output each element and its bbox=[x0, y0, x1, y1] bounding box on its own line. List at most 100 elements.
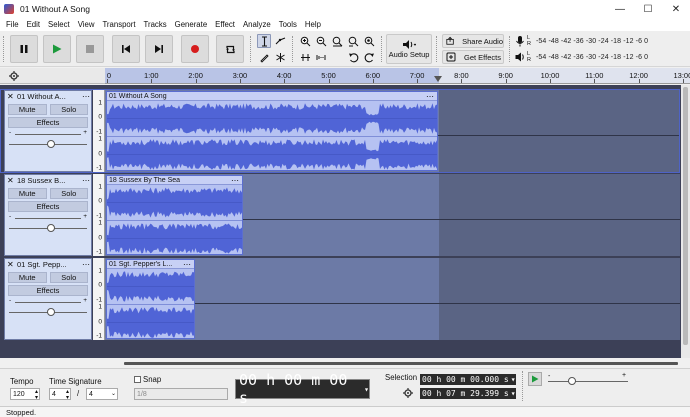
stop-button[interactable] bbox=[76, 35, 104, 63]
snap-value-select[interactable]: 1/8 bbox=[134, 388, 228, 400]
effects-button[interactable]: Effects bbox=[8, 285, 88, 296]
undo-button[interactable] bbox=[346, 50, 360, 64]
silence-audio-button[interactable] bbox=[314, 50, 328, 64]
pause-button[interactable] bbox=[10, 35, 38, 63]
track-menu-icon[interactable]: ⋯ bbox=[81, 176, 91, 185]
zoom-out-button[interactable] bbox=[314, 34, 328, 48]
close-track-icon[interactable]: ✕ bbox=[7, 260, 15, 269]
toolbar-grip[interactable] bbox=[3, 36, 6, 62]
zoom-in-button[interactable] bbox=[298, 34, 312, 48]
audio-clip[interactable]: 01 Without A Song ⋯ bbox=[106, 91, 438, 171]
gain-slider[interactable]: - + bbox=[9, 129, 87, 137]
minimize-button[interactable]: — bbox=[606, 0, 634, 18]
amplitude-scale[interactable]: 1 0 -1 1 0 -1 bbox=[93, 258, 105, 340]
toolbar-grip[interactable] bbox=[522, 371, 525, 401]
zoom-toggle-button[interactable] bbox=[362, 34, 376, 48]
time-signature-numerator[interactable]: 4 ▴ ▾ bbox=[49, 388, 71, 401]
effects-button[interactable]: Effects bbox=[8, 117, 88, 128]
gain-slider-track[interactable] bbox=[15, 302, 81, 303]
record-meter[interactable]: L R -54 -48 -42 -36 -30 -24 -18 -12 -6 0 bbox=[515, 34, 648, 48]
menu-tools[interactable]: Tools bbox=[275, 20, 301, 29]
track-control-panel[interactable]: ✕ 01 Sgt. Pepp... ⋯ Mute Solo Effects - + bbox=[4, 258, 92, 340]
selection-end-time[interactable]: 00 h 07 m 29.399 s ▾ bbox=[420, 388, 516, 399]
close-window-button[interactable]: ✕ bbox=[662, 0, 690, 18]
waveform-right-channel[interactable] bbox=[107, 221, 243, 255]
dropdown-arrow-icon[interactable]: ⌄ bbox=[111, 391, 116, 397]
snap-checkbox[interactable] bbox=[134, 376, 141, 383]
dropdown-arrow-icon[interactable]: ▾ bbox=[511, 389, 516, 398]
clip-menu-icon[interactable]: ⋯ bbox=[180, 260, 194, 269]
dropdown-arrow-icon[interactable]: ▾ bbox=[511, 375, 516, 384]
fit-selection-button[interactable] bbox=[330, 34, 344, 48]
menu-transport[interactable]: Transport bbox=[98, 20, 139, 29]
gain-slider-track[interactable] bbox=[15, 218, 81, 219]
close-track-icon[interactable]: ✕ bbox=[7, 92, 15, 101]
menu-effect[interactable]: Effect bbox=[211, 20, 239, 29]
selection-settings-gear-icon[interactable] bbox=[403, 388, 413, 398]
selection-tool-button[interactable] bbox=[257, 34, 271, 48]
audio-setup-button[interactable]: Audio Setup bbox=[386, 34, 432, 64]
pan-slider-knob[interactable] bbox=[47, 224, 55, 232]
gain-slider-track[interactable] bbox=[15, 134, 81, 135]
record-button[interactable] bbox=[181, 35, 209, 63]
play-speed-slider[interactable] bbox=[548, 381, 628, 382]
gain-slider[interactable]: - + bbox=[9, 213, 87, 221]
track-control-panel[interactable]: ✕ 18 Sussex B... ⋯ Mute Solo Effects - + bbox=[4, 174, 92, 256]
redo-button[interactable] bbox=[362, 50, 376, 64]
clip-header[interactable]: 18 Sussex By The Sea ⋯ bbox=[107, 176, 242, 185]
pan-slider-knob[interactable] bbox=[47, 308, 55, 316]
horizontal-scroll-thumb[interactable] bbox=[124, 362, 678, 365]
amplitude-scale[interactable]: 1 0 -1 1 0 -1 bbox=[93, 174, 105, 256]
selection-end-marker[interactable] bbox=[434, 76, 442, 82]
mute-button[interactable]: Mute bbox=[8, 272, 47, 283]
pan-slider[interactable] bbox=[9, 139, 87, 149]
timeline-settings-gear-icon[interactable] bbox=[9, 71, 19, 81]
time-format-dropdown-icon[interactable]: ▾ bbox=[364, 385, 369, 394]
multi-tool-button[interactable] bbox=[273, 50, 287, 64]
menu-edit[interactable]: Edit bbox=[23, 20, 44, 29]
solo-button[interactable]: Solo bbox=[49, 104, 88, 115]
skip-to-start-button[interactable] bbox=[112, 35, 140, 63]
pan-slider[interactable] bbox=[9, 307, 87, 317]
audio-clip[interactable]: 18 Sussex By The Sea ⋯ bbox=[106, 175, 243, 255]
clip-name[interactable]: 01 Sgt. Pepper's L... bbox=[109, 261, 180, 268]
audio-clip[interactable]: 01 Sgt. Pepper's L... ⋯ bbox=[106, 259, 195, 339]
track-name[interactable]: 01 Without A... bbox=[17, 92, 81, 101]
play-button[interactable] bbox=[43, 35, 71, 63]
menu-tracks[interactable]: Tracks bbox=[140, 20, 171, 29]
gain-slider[interactable]: - + bbox=[9, 297, 87, 305]
vertical-scroll-thumb[interactable] bbox=[683, 87, 688, 345]
play-at-speed-button[interactable] bbox=[528, 372, 542, 386]
skip-to-end-button[interactable] bbox=[145, 35, 173, 63]
waveform-left-channel[interactable] bbox=[107, 269, 195, 304]
track-menu-icon[interactable]: ⋯ bbox=[81, 92, 91, 101]
amplitude-scale[interactable]: 1 0 -1 1 0 -1 bbox=[93, 90, 105, 172]
waveform-right-channel[interactable] bbox=[107, 305, 195, 339]
trim-audio-button[interactable] bbox=[298, 50, 312, 64]
envelope-tool-button[interactable] bbox=[273, 34, 287, 48]
mute-button[interactable]: Mute bbox=[8, 104, 47, 115]
track-header[interactable]: ✕ 01 Without A... ⋯ bbox=[5, 91, 91, 102]
play-speed-slider-knob[interactable] bbox=[568, 377, 576, 385]
horizontal-scrollbar[interactable] bbox=[0, 358, 690, 368]
toolbar-grip[interactable] bbox=[250, 36, 253, 62]
clip-name[interactable]: 01 Without A Song bbox=[109, 93, 423, 100]
track-header[interactable]: ✕ 01 Sgt. Pepp... ⋯ bbox=[5, 259, 91, 270]
spin-arrows-icon[interactable]: ▴ ▾ bbox=[35, 389, 38, 401]
menu-file[interactable]: File bbox=[2, 20, 23, 29]
spin-arrows-icon[interactable]: ▴ ▾ bbox=[66, 389, 69, 401]
share-audio-button[interactable]: Share Audio bbox=[442, 34, 504, 48]
menu-generate[interactable]: Generate bbox=[171, 20, 212, 29]
effects-button[interactable]: Effects bbox=[8, 201, 88, 212]
waveform-left-channel[interactable] bbox=[107, 185, 243, 220]
menu-select[interactable]: Select bbox=[44, 20, 74, 29]
playback-meter[interactable]: LR -54 -48 -42 -36 -30 -24 -18 -12 -6 0 bbox=[515, 50, 648, 64]
time-signature-denominator[interactable]: 4 ⌄ bbox=[86, 388, 118, 400]
tempo-input[interactable]: 120 ▴ ▾ bbox=[10, 388, 40, 401]
waveform-left-channel[interactable] bbox=[107, 101, 438, 136]
toolbar-grip[interactable] bbox=[292, 36, 295, 62]
close-track-icon[interactable]: ✕ bbox=[7, 176, 15, 185]
toolbar-grip[interactable] bbox=[381, 36, 384, 62]
track-header[interactable]: ✕ 18 Sussex B... ⋯ bbox=[5, 175, 91, 186]
clip-menu-icon[interactable]: ⋯ bbox=[228, 176, 242, 185]
